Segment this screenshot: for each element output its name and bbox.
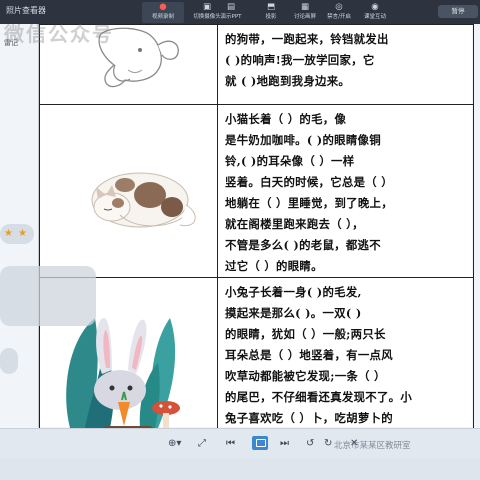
frame-bottom <box>0 458 480 480</box>
rotate-left-icon[interactable]: ↺ <box>306 437 314 451</box>
window-title: 照片查看器 <box>6 6 46 15</box>
emoji-icon: ★ <box>4 228 13 239</box>
previous-icon[interactable]: ⏮ <box>226 437 235 451</box>
record-button[interactable]: ● 视频录制 <box>142 2 184 23</box>
live-icon: ◉ <box>371 2 379 12</box>
record-label: 视频录制 <box>151 14 174 20</box>
chat-overlay: ★ ★ <box>0 48 140 388</box>
dog-paragraph: 的狗带，一跑起来，铃铛就发出 ( )的响声!我一放学回家，它 就 ( )地跑到我… <box>217 24 474 105</box>
record-icon: ● <box>159 2 167 12</box>
pause-button[interactable]: 暂停 <box>438 5 478 18</box>
slideshow-button[interactable] <box>252 436 268 450</box>
chat-message <box>0 348 18 374</box>
cat-paragraph: 小猫长着（ ）的毛，像 是牛奶加咖啡。( )的眼睛像铜 铃,( )的耳朵像（ ）… <box>217 104 474 278</box>
next-icon[interactable]: ⏭ <box>280 437 289 451</box>
interact-button[interactable]: ◉ 课堂互动 <box>354 2 396 23</box>
zoom-icon[interactable]: ⊕▾ <box>168 437 181 451</box>
fit-window-icon[interactable]: ⤢ <box>198 437 206 451</box>
present-ppt-label: 演示PPT <box>220 14 242 20</box>
rotate-right-icon[interactable]: ↻ <box>324 437 332 451</box>
viewer-bottom-bar: ⊕▾ ⤢ ⏮ ⏭ ↺ ↻ ✕ 北京市某某区教研室 <box>0 428 480 458</box>
slides-icon: ▤ <box>226 2 236 12</box>
interact-label: 课堂互动 <box>363 14 386 20</box>
page-caption: 北京市某某区教研室 <box>334 441 411 451</box>
present-ppt-button[interactable]: ▤ 演示PPT <box>210 2 252 23</box>
emoji-icon: ★ <box>18 228 27 239</box>
chat-message <box>0 266 96 326</box>
chat-message: ★ ★ <box>0 224 34 244</box>
watermark-overlay: 微信公众号 <box>4 22 114 46</box>
